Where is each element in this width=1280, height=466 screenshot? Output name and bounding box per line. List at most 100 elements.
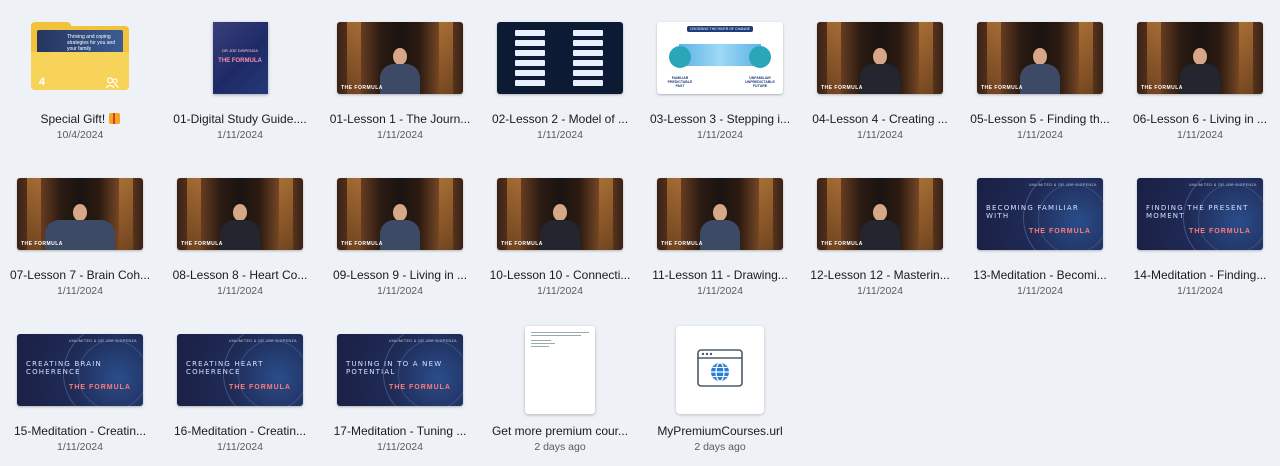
file-name-text: Get more premium cour... [491, 424, 629, 438]
thumb-title: FINDING THE PRESENT MOMENT [1146, 204, 1249, 220]
file-name: 05-Lesson 5 - Finding th... [964, 112, 1116, 126]
file-date: 2 days ago [694, 441, 746, 453]
video-thumbnail: THE FORMULA [17, 178, 143, 250]
file-date: 1/11/2024 [217, 129, 263, 141]
video-logo: THE FORMULA [981, 85, 1023, 91]
file-item[interactable]: THE FORMULA 11-Lesson 11 - Drawing... 1/11… [640, 156, 800, 306]
file-name-text: 07-Lesson 7 - Brain Coh... [9, 268, 151, 282]
file-item[interactable]: MyPremiumCourses.url 2 days ago [640, 312, 800, 462]
thumb-title: TUNING IN TO A NEW POTENTIAL [346, 360, 443, 376]
video-logo: THE FORMULA [341, 85, 383, 91]
file-item[interactable]: THE FORMULA 09-Lesson 9 - Living in ... 1/… [320, 156, 480, 306]
folder-icon: Thriving and coping strategies for you a… [31, 22, 129, 94]
file-name: 04-Lesson 4 - Creating ... [804, 112, 956, 126]
file-name-text: 14-Meditation - Finding... [1133, 268, 1267, 282]
file-name-text: 01-Lesson 1 - The Journ... [329, 112, 471, 126]
video-thumbnail: THE FORMULA [1137, 22, 1263, 94]
file-item[interactable]: UNLIMITED & DR JOE DISPENZA FINDING THE P… [1120, 156, 1280, 306]
presenter-figure [856, 48, 904, 94]
file-date: 1/11/2024 [857, 285, 903, 297]
presenter-figure [536, 204, 584, 250]
file-name: 08-Lesson 8 - Heart Co... [164, 268, 316, 282]
presenter-figure [45, 204, 115, 250]
file-name: 01-Digital Study Guide.... [164, 112, 316, 126]
pdf-cover-title: THE FORMULA [218, 58, 262, 64]
file-item[interactable]: THE FORMULA 01-Lesson 1 - The Journ... 1/1… [320, 0, 480, 150]
file-thumbnail: THE FORMULA [800, 14, 960, 102]
thumb-title: CREATING BRAIN COHERENCE [26, 360, 102, 376]
file-thumbnail: THE FORMULA [960, 14, 1120, 102]
file-item[interactable]: 02-Lesson 2 - Model of ... 1/11/2024 [480, 0, 640, 150]
presenter-figure [1016, 48, 1064, 94]
file-item[interactable]: THE FORMULA 12-Lesson 12 - Masterin... 1/1… [800, 156, 960, 306]
file-name-text: 17-Meditation - Tuning ... [333, 424, 467, 438]
file-date: 1/11/2024 [57, 285, 103, 297]
file-name: Get more premium cour... [484, 424, 636, 438]
file-item[interactable]: DR JOE DISPENZA THE FORMULA 01-Digital Stu… [160, 0, 320, 150]
file-thumbnail [480, 14, 640, 102]
file-date: 1/11/2024 [537, 129, 583, 141]
pdf-cover-small: DR JOE DISPENZA [222, 48, 258, 53]
shared-people-icon [105, 76, 119, 89]
file-thumbnail: UNLIMITED & DR JOE DISPENZA BECOMING FAMI… [960, 170, 1120, 258]
file-date: 1/11/2024 [377, 285, 423, 297]
file-date: 1/11/2024 [537, 285, 583, 297]
video-thumbnail: THE FORMULA [337, 22, 463, 94]
file-name-text: 11-Lesson 11 - Drawing... [652, 268, 788, 282]
file-name-text: 08-Lesson 8 - Heart Co... [172, 268, 308, 282]
file-date: 1/11/2024 [1177, 285, 1223, 297]
file-thumbnail: UNLIMITED & DR JOE DISPENZA CREATING HEAR… [160, 326, 320, 414]
diagram-right-label: UNFAMILIAR UNPREDICTABLE FUTURE [745, 76, 775, 88]
file-item[interactable]: Get more premium cour... 2 days ago [480, 312, 640, 462]
file-item[interactable]: UNLIMITED & DR JOE DISPENZA BECOMING FAMI… [960, 156, 1120, 306]
file-name-text: 16-Meditation - Creatin... [173, 424, 307, 438]
diagram-thumbnail: CROSSING THE RIVER OF CHANGE FAMILIAR PRE… [657, 22, 783, 94]
video-logo: THE FORMULA [1141, 85, 1183, 91]
file-item[interactable]: THE FORMULA 08-Lesson 8 - Heart Co... 1/11… [160, 156, 320, 306]
file-thumbnail: THE FORMULA [640, 170, 800, 258]
url-shortcut-thumbnail [676, 326, 764, 414]
file-thumbnail: Thriving and coping strategies for you a… [0, 14, 160, 102]
video-logo: THE FORMULA [501, 241, 543, 247]
thumb-top-label: UNLIMITED & DR JOE DISPENZA [69, 339, 137, 343]
file-name-text: 01-Digital Study Guide.... [173, 112, 307, 126]
presenter-figure [376, 48, 424, 94]
file-thumbnail: THE FORMULA [320, 14, 480, 102]
presenter-figure [1176, 48, 1224, 94]
file-name-text: 04-Lesson 4 - Creating ... [812, 112, 948, 126]
file-name-text: 03-Lesson 3 - Stepping i... [649, 112, 791, 126]
pdf-thumbnail: DR JOE DISPENZA THE FORMULA [212, 22, 268, 94]
file-name-text: MyPremiumCourses.url [657, 424, 783, 438]
presenter-figure [216, 204, 264, 250]
file-name: 10-Lesson 10 - Connecti... [484, 268, 636, 282]
file-date: 1/11/2024 [1177, 129, 1223, 141]
folder-preview-text: Thriving and coping strategies for you a… [67, 34, 116, 52]
video-logo: THE FORMULA [181, 241, 223, 247]
file-item[interactable]: UNLIMITED & DR JOE DISPENZA TUNING IN TO … [320, 312, 480, 462]
file-date: 1/11/2024 [697, 285, 743, 297]
file-thumbnail: UNLIMITED & DR JOE DISPENZA CREATING BRAI… [0, 326, 160, 414]
file-item[interactable]: CROSSING THE RIVER OF CHANGE FAMILIAR PRE… [640, 0, 800, 150]
gift-icon [108, 113, 120, 124]
file-thumbnail: THE FORMULA [480, 170, 640, 258]
file-date: 2 days ago [534, 441, 586, 453]
file-name-text: 06-Lesson 6 - Living in ... [1132, 112, 1268, 126]
video-logo: THE FORMULA [341, 241, 383, 247]
file-item[interactable]: THE FORMULA 06-Lesson 6 - Living in ... 1/… [1120, 0, 1280, 150]
file-thumbnail [640, 326, 800, 414]
file-item[interactable]: UNLIMITED & DR JOE DISPENZA CREATING BRAI… [0, 312, 160, 462]
file-item[interactable]: THE FORMULA 05-Lesson 5 - Finding th... 1/… [960, 0, 1120, 150]
file-name-text: 12-Lesson 12 - Masterin... [810, 268, 950, 282]
file-item[interactable]: THE FORMULA 10-Lesson 10 - Connecti... 1/1… [480, 156, 640, 306]
presenter-figure [856, 204, 904, 250]
file-item[interactable]: Thriving and coping strategies for you a… [0, 0, 160, 150]
file-item[interactable]: THE FORMULA 04-Lesson 4 - Creating ... 1/1… [800, 0, 960, 150]
file-name: 13-Meditation - Becomi... [964, 268, 1116, 282]
thumb-brand: THE FORMULA [389, 384, 451, 391]
thumb-brand: THE FORMULA [1029, 228, 1091, 235]
meditation-thumbnail: UNLIMITED & DR JOE DISPENZA BECOMING FAMI… [977, 178, 1103, 250]
file-item[interactable]: THE FORMULA 07-Lesson 7 - Brain Coh... 1/1… [0, 156, 160, 306]
video-thumbnail: THE FORMULA [817, 22, 943, 94]
file-date: 1/11/2024 [857, 129, 903, 141]
file-item[interactable]: UNLIMITED & DR JOE DISPENZA CREATING HEAR… [160, 312, 320, 462]
